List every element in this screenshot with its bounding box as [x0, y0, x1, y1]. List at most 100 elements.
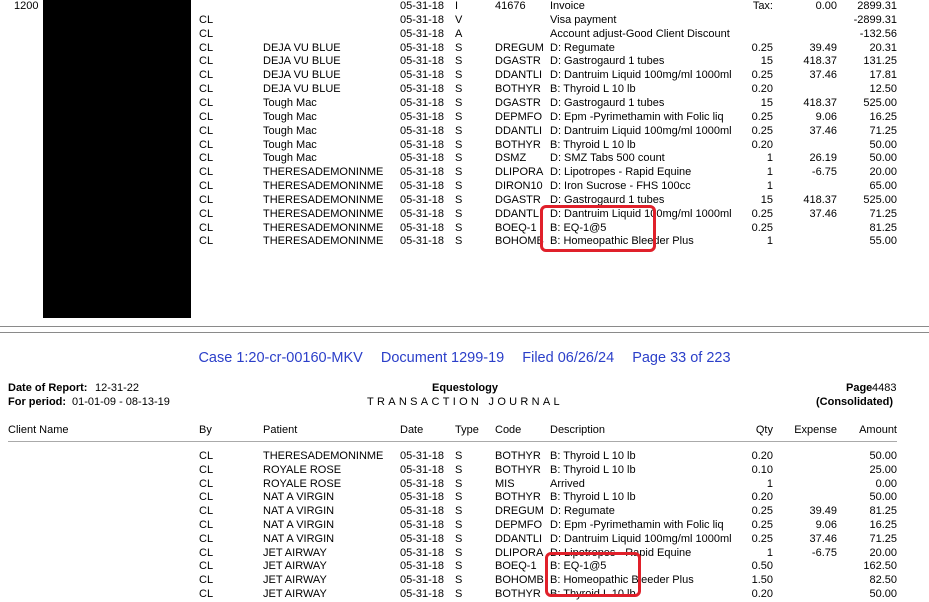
- cell-by: CL: [199, 124, 214, 137]
- page-number: 4483: [872, 382, 897, 394]
- cell-type: S: [455, 588, 463, 600]
- cell-desc: B: Thyroid L 10 lb: [550, 450, 636, 462]
- cell-by: CL: [199, 180, 214, 193]
- cell-patient: Tough Mac: [263, 138, 317, 151]
- cell-type: S: [455, 207, 463, 220]
- table-row: CL DEJA VU BLUE 05-31-18 S BOTHYR B: Thyroid …: [0, 83, 929, 97]
- cell-amount: -2899.31: [853, 13, 897, 26]
- cell-desc: B: Thyroid L 10 lb: [550, 83, 636, 96]
- cell-qty: 15: [760, 55, 773, 68]
- cell-expense: 418.37: [803, 55, 837, 68]
- cell-patient: NAT A VIRGIN: [263, 491, 335, 504]
- cell-type: S: [455, 96, 463, 109]
- cell-date: 05-31-18: [400, 207, 445, 220]
- cell-date: 05-31-18: [400, 110, 445, 123]
- cell-desc: D: Epm -Pyrimethamin with Folic liq: [550, 519, 724, 531]
- table-row: CL THERESADEMONINME 05-31-18 S DLIPORA D: Lip…: [0, 166, 929, 180]
- cell-by: CL: [199, 166, 214, 179]
- cell-qty: 15: [760, 96, 773, 109]
- cell-desc: D: Dantruim Liquid 100mg/ml 1000ml: [550, 124, 732, 137]
- table-row: CL 05-31-18 A Account adjust-Good Client Di…: [0, 28, 929, 42]
- cell-expense: 418.37: [803, 193, 837, 206]
- cell-patient: NAT A VIRGIN: [263, 519, 335, 531]
- cell-qty: 0.25: [751, 221, 773, 234]
- cell-type: S: [455, 235, 463, 248]
- cell-qty: 1: [766, 546, 773, 559]
- col-type: Type: [455, 424, 479, 436]
- cell-qty: 0.25: [751, 69, 773, 82]
- table-row: CL Tough Mac 05-31-18 S DGASTR D: Gastrogaurd…: [0, 97, 929, 111]
- cell-code: MIS: [495, 477, 515, 490]
- cell-type: S: [455, 546, 463, 559]
- cell-qty: 0.25: [751, 124, 773, 137]
- cell-desc: B: Thyroid L 10 lb: [550, 463, 636, 476]
- cell-amount: 162.50: [863, 560, 897, 573]
- cell-type: V: [455, 13, 463, 26]
- cell-qty: 0.50: [751, 560, 773, 573]
- table-row: CL THERESADEMONINME 05-31-18 S BOTHYR B: Thyr…: [0, 450, 929, 464]
- company-name: Equestology: [431, 382, 498, 394]
- cell-qty: 0.25: [751, 110, 773, 123]
- cell-qty: 0.20: [751, 83, 773, 96]
- cell-by: CL: [199, 450, 214, 462]
- cell-desc: B: Thyroid L 10 lb: [550, 491, 636, 504]
- cell-code: BOTHYR: [495, 450, 541, 462]
- cell-patient: JET AIRWAY: [263, 546, 327, 559]
- table-row: CL THERESADEMONINME 05-31-18 S DGASTR D: Gast…: [0, 194, 929, 208]
- cell-patient: JET AIRWAY: [263, 560, 327, 573]
- cell-by: CL: [199, 110, 214, 123]
- cell-patient: THERESADEMONINME: [263, 180, 384, 193]
- cell-expense: 26.19: [809, 152, 837, 165]
- cell-by: CL: [199, 491, 214, 504]
- document-number: Document 1299-19: [380, 350, 505, 366]
- cell-code: DDANTLI: [495, 69, 543, 82]
- period-value: 01-01-09 - 08-13-19: [72, 396, 170, 408]
- table-row: CL 05-31-18 V Visa payment -2899.31: [0, 14, 929, 28]
- cell-by: CL: [199, 221, 214, 234]
- table-row: 05-31-18 I 41676 Invoice Tax: 0.00 2899.31: [0, 0, 929, 14]
- page-divider-bottom: [0, 332, 929, 333]
- cell-by: CL: [199, 519, 214, 531]
- cell-by: CL: [199, 55, 214, 68]
- cell-desc: D: Regumate: [550, 505, 615, 518]
- cell-patient: NAT A VIRGIN: [263, 505, 335, 518]
- cell-amount: 0.00: [875, 477, 897, 490]
- cell-qty: 0.25: [751, 207, 773, 220]
- cell-amount: 50.00: [869, 138, 897, 151]
- table-row: CL THERESADEMONINME 05-31-18 S BOEQ-1 B: EQ-1…: [0, 222, 929, 236]
- cell-expense: 39.49: [809, 41, 837, 54]
- cell-by: CL: [199, 152, 214, 165]
- cell-amount: 12.50: [869, 83, 897, 96]
- cell-qty: 0.20: [751, 138, 773, 151]
- cell-by: CL: [199, 13, 214, 26]
- cell-by: CL: [199, 532, 214, 545]
- cell-patient: THERESADEMONINME: [263, 221, 384, 234]
- cell-type: S: [455, 477, 463, 490]
- cell-expense: 37.46: [809, 69, 837, 82]
- cell-patient: THERESADEMONINME: [263, 450, 384, 462]
- cell-desc: Account adjust-Good Client Discount: [550, 27, 730, 40]
- cell-qty: Tax:: [752, 0, 773, 12]
- cell-code: DGASTR: [495, 193, 541, 206]
- cell-code: BOEQ-1: [495, 560, 537, 573]
- cell-code: DEPMFO: [495, 519, 543, 531]
- cell-qty: 1: [766, 235, 773, 248]
- highlight-box-top: [540, 205, 656, 252]
- table-row: CL JET AIRWAY 05-31-18 S BOHOMB B: Homeopathi…: [0, 574, 929, 588]
- period-label: For period:: [8, 396, 67, 408]
- cell-by: CL: [199, 41, 214, 54]
- cell-qty: 15: [760, 193, 773, 206]
- cell-amount: 50.00: [869, 588, 897, 600]
- cell-patient: DEJA VU BLUE: [263, 69, 341, 82]
- cell-qty: 1: [766, 477, 773, 490]
- cell-qty: 1: [766, 166, 773, 179]
- cell-type: S: [455, 69, 463, 82]
- cell-date: 05-31-18: [400, 166, 445, 179]
- cell-desc: B: Thyroid L 10 lb: [550, 138, 636, 151]
- col-date: Date: [400, 424, 424, 436]
- cell-by: CL: [199, 27, 214, 40]
- cell-qty: 1: [766, 180, 773, 193]
- cell-code: DEPMFO: [495, 110, 543, 123]
- cell-date: 05-31-18: [400, 27, 445, 40]
- cell-by: CL: [199, 193, 214, 206]
